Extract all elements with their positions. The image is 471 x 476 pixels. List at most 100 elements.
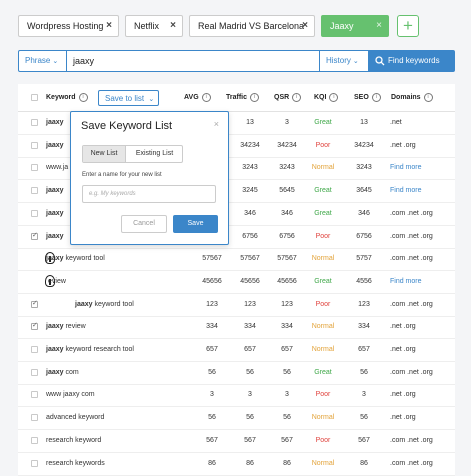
keyword-cell[interactable]: research keywords [46, 453, 105, 475]
row-checkbox[interactable] [31, 164, 38, 172]
traffic-cell: 346 [244, 209, 256, 217]
domains-cell: .com .net .org [390, 459, 433, 467]
domains-cell[interactable]: Find more [390, 180, 422, 202]
qsr-cell: 123 [281, 300, 293, 308]
close-icon[interactable]: × [376, 16, 382, 36]
qsr-column-header[interactable]: QSR i [274, 84, 316, 112]
seo-cell: 56 [360, 414, 368, 422]
traffic-cell: 3245 [242, 187, 258, 195]
row-checkbox[interactable] [31, 459, 38, 467]
keyword-column-header[interactable]: Keyword i [46, 84, 88, 112]
domains-cell: .com .net .org [390, 436, 433, 444]
row-checkbox[interactable] [31, 231, 38, 240]
list-type-toggle: New List Existing List [82, 145, 183, 163]
keyword-cell[interactable]: eview [48, 271, 66, 293]
close-icon[interactable]: × [106, 16, 112, 36]
table-row[interactable]: eview 45656 45656 45656 Great 4556 Find more [18, 271, 455, 294]
row-checkbox[interactable] [31, 299, 38, 308]
domains-cell[interactable]: Find more [390, 271, 422, 293]
keyword-cell[interactable]: jaaxy review [46, 316, 86, 338]
close-icon[interactable]: × [170, 16, 176, 36]
domains-cell: .net .org [390, 391, 416, 399]
table-row[interactable]: jaaxy keyword tool 123 123 123 Poor 123 .com .… [18, 294, 455, 317]
kqi-cell: Poor [315, 436, 331, 444]
avg-cell: 56 [208, 368, 216, 376]
row-checkbox[interactable] [31, 391, 38, 399]
close-icon[interactable]: × [214, 119, 219, 129]
table-row[interactable]: jaaxy review 334 334 334 Normal 334 .net .org [18, 316, 455, 340]
seo-cell: 3645 [356, 187, 372, 195]
keyword-cell[interactable]: jaaxy [46, 135, 64, 157]
kqi-cell: Normal [311, 459, 335, 467]
keyword-cell[interactable]: jaaxy keyword tool [75, 294, 134, 316]
tab-jaaxy[interactable]: Jaaxy × [321, 15, 389, 37]
keyword-cell[interactable]: jaaxy [46, 180, 64, 202]
match-type-dropdown[interactable]: Phrase ⌄ [19, 51, 67, 71]
tab-label: Wordpress Hosting [27, 21, 104, 31]
save-button[interactable]: Save [173, 215, 218, 233]
seo-column-header[interactable]: SEO i [354, 84, 394, 112]
tab-wordpress-hosting[interactable]: Wordpress Hosting × [18, 15, 119, 37]
table-row[interactable]: www jaaxy com 3 3 3 Poor 3 .net .org [18, 384, 455, 408]
keyword-cell[interactable]: jaaxy keyword tool [46, 248, 105, 270]
row-checkbox[interactable] [31, 368, 38, 376]
row-checkbox[interactable] [31, 321, 38, 331]
info-icon: i [250, 92, 260, 102]
avg-cell: 57567 [202, 255, 222, 263]
row-checkbox[interactable] [31, 209, 38, 217]
keyword-cell[interactable]: www jaaxy com [46, 384, 95, 406]
seo-cell: 334 [358, 323, 370, 331]
keyword-cell[interactable]: jaaxy [46, 112, 64, 134]
existing-list-tab[interactable]: Existing List [125, 146, 183, 162]
keyword-cell[interactable]: advanced keyword [46, 407, 104, 429]
select-all-checkbox[interactable] [31, 94, 38, 101]
find-keywords-button[interactable]: Find keywords [368, 51, 454, 71]
table-row[interactable]: jaaxy com 56 56 56 Great 56 .com .net .org [18, 362, 455, 385]
tab-real-madrid-vs-barcelona[interactable]: Real Madrid VS Barcelona × [189, 15, 315, 37]
row-checkbox[interactable] [31, 119, 38, 126]
keyword-cell[interactable]: jaaxy keyword research tool [46, 339, 134, 361]
kqi-cell: Poor [315, 141, 331, 149]
traffic-cell: 334 [244, 323, 256, 331]
seo-cell: 6756 [356, 232, 372, 240]
new-list-tab[interactable]: New List [83, 146, 125, 162]
find-keywords-label: Find keywords [388, 56, 440, 65]
domains-column-header[interactable]: Domains i [391, 84, 433, 112]
domains-cell[interactable]: Find more [390, 157, 422, 179]
traffic-column-header[interactable]: Traffic i [226, 84, 268, 112]
domains-cell: .net .org [390, 323, 416, 331]
seo-cell: 3243 [356, 164, 372, 172]
table-row[interactable]: jaaxy keyword tool 57567 57567 57567 Normal 5… [18, 248, 455, 272]
add-tab-button[interactable]: + [397, 15, 419, 37]
keyword-cell[interactable]: research keyword [46, 430, 101, 452]
keyword-cell[interactable]: jaaxy com [46, 362, 79, 384]
keyword-cell[interactable]: jaaxy [46, 203, 64, 225]
traffic-cell: 86 [246, 459, 254, 467]
history-dropdown[interactable]: History ⌄ [319, 51, 369, 71]
kqi-column-header[interactable]: KQI i [314, 84, 344, 112]
table-row[interactable]: research keyword 567 567 567 Poor 567 .com .ne… [18, 430, 455, 453]
qsr-cell: 56 [283, 368, 291, 376]
avg-cell: 45656 [202, 277, 222, 285]
row-checkbox[interactable] [31, 414, 38, 422]
qsr-cell: 45656 [277, 277, 297, 285]
table-row[interactable]: jaaxy keyword research tool 657 657 657 Norm… [18, 339, 455, 362]
tab-netflix[interactable]: Netflix × [125, 15, 183, 37]
row-checkbox[interactable] [31, 141, 38, 149]
traffic-cell: 567 [244, 436, 256, 444]
keyword-cell[interactable]: www.ja [46, 157, 68, 179]
cancel-button[interactable]: Cancel [121, 215, 167, 233]
avg-column-header[interactable]: AVG i [184, 84, 226, 112]
list-name-input[interactable]: e.g. My keywords [82, 185, 216, 203]
save-to-list-button[interactable]: Save to list ⌄ [98, 90, 160, 106]
row-checkbox[interactable] [31, 187, 38, 195]
table-row[interactable]: advanced keyword 56 56 56 Normal 56 .net .org [18, 407, 455, 431]
row-checkbox[interactable] [31, 436, 38, 444]
table-row[interactable]: research keywords 86 86 86 Normal 86 .com .net… [18, 453, 455, 476]
search-input[interactable]: jaaxy [73, 51, 94, 71]
row-checkbox[interactable] [31, 346, 38, 353]
seo-cell: 13 [360, 119, 368, 126]
traffic-cell: 13 [246, 119, 254, 126]
keyword-cell[interactable]: jaaxy [46, 226, 64, 248]
close-icon[interactable]: × [302, 16, 308, 36]
